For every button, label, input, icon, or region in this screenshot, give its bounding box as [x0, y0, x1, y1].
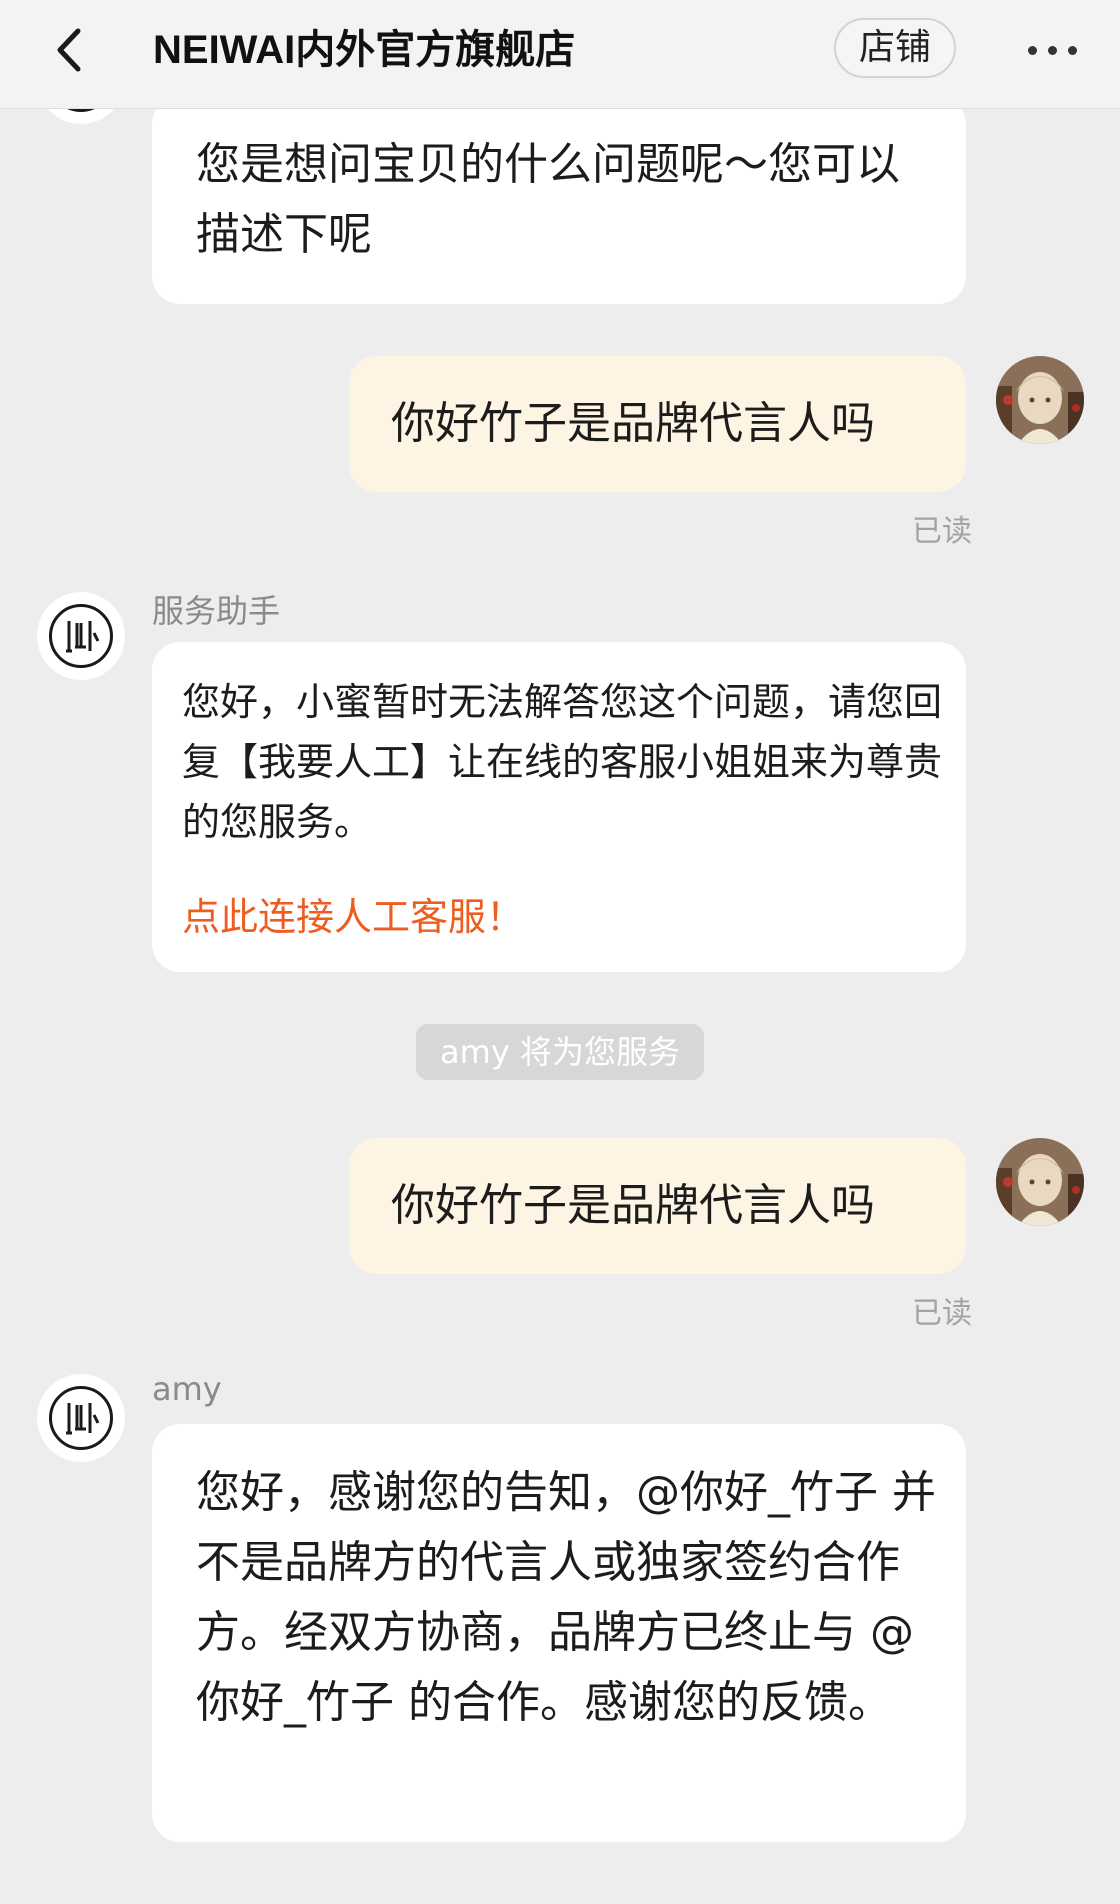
message-bubble-shop: 您是想问宝贝的什么问题呢～您可以描述下呢 — [152, 96, 966, 304]
neiwai-logo — [49, 1386, 113, 1450]
read-status: 已读 — [912, 1296, 972, 1331]
sender-name: 服务助手 — [152, 592, 281, 630]
message-text: 您好，小蜜暂时无法解答您这个问题，请您回复【我要人工】让在线的客服小姐姐来为尊贵… — [182, 680, 943, 844]
user-avatar[interactable] — [996, 1138, 1084, 1226]
read-status: 已读 — [912, 514, 972, 549]
chat-header: NEIWAI内外官方旗舰店 店铺 — [0, 0, 1120, 109]
store-button[interactable]: 店铺 — [834, 18, 956, 78]
message-bubble-user: 你好竹子是品牌代言人吗 — [349, 356, 966, 492]
system-notice: amy 将为您服务 — [416, 1024, 704, 1080]
back-button[interactable] — [44, 22, 100, 78]
message-text: 您是想问宝贝的什么问题呢～您可以描述下呢 — [196, 139, 900, 260]
message-text: 您好，感谢您的告知，@你好_竹子 并不是品牌方的代言人或独家签约合作方。经双方协… — [196, 1467, 936, 1728]
user-avatar[interactable] — [996, 356, 1084, 444]
message-bubble-user: 你好竹子是品牌代言人吗 — [349, 1138, 966, 1274]
shop-avatar[interactable] — [37, 1374, 125, 1462]
connect-agent-link[interactable]: 点此连接人工客服！ — [182, 886, 524, 941]
shop-name: NEIWAI内外官方旗舰店 — [153, 28, 576, 72]
message-bubble-shop: 您好，感谢您的告知，@你好_竹子 并不是品牌方的代言人或独家签约合作方。经双方协… — [152, 1424, 966, 1842]
message-text: 你好竹子是品牌代言人吗 — [391, 1180, 875, 1231]
chevron-left-icon — [57, 28, 81, 72]
neiwai-logo — [49, 604, 113, 668]
message-text: 你好竹子是品牌代言人吗 — [391, 398, 875, 449]
message-bubble-shop: 您好，小蜜暂时无法解答您这个问题，请您回复【我要人工】让在线的客服小姐姐来为尊贵… — [152, 642, 966, 972]
more-icon[interactable] — [1022, 24, 1082, 74]
shop-avatar[interactable] — [37, 592, 125, 680]
sender-name: amy — [152, 1370, 222, 1408]
